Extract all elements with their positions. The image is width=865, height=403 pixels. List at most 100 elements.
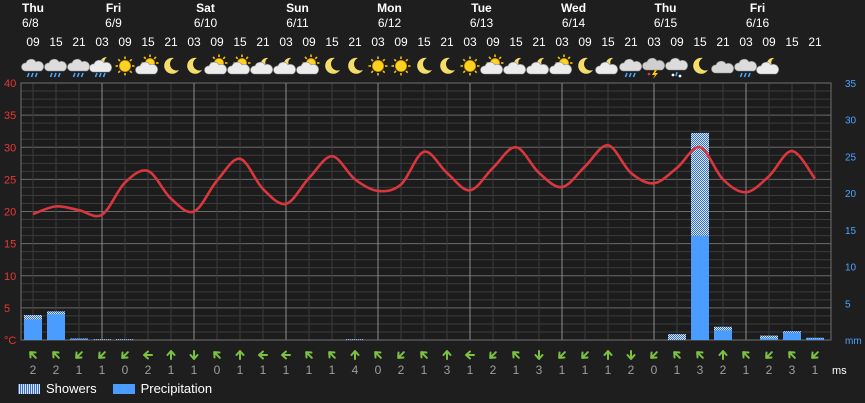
precipitation-bar xyxy=(47,314,65,340)
wind-arrow xyxy=(52,351,60,359)
wind-speed: 1 xyxy=(605,363,612,377)
wind-arrow xyxy=(305,351,313,359)
wind-speed: 1 xyxy=(467,363,474,377)
wind-speed: 2 xyxy=(766,363,773,377)
legend-showers-swatch xyxy=(18,383,40,394)
y2-tick-label: 5 xyxy=(845,299,851,310)
y-tick-label: 5 xyxy=(4,303,10,315)
wind-arrow xyxy=(75,351,83,359)
wind-speed: 1 xyxy=(237,363,244,377)
wind-arrow xyxy=(121,351,129,359)
wind-speed: 0 xyxy=(122,363,129,377)
wind-speed: 2 xyxy=(145,363,152,377)
wind-arrow xyxy=(166,350,176,360)
wind-arrow xyxy=(29,351,37,359)
wind-speed: 3 xyxy=(789,363,796,377)
wind-arrow xyxy=(350,350,360,360)
wind-arrow xyxy=(328,351,336,359)
wind-speed: 1 xyxy=(306,363,313,377)
wind-arrow xyxy=(420,351,428,359)
y2-tick-label: 20 xyxy=(845,189,857,200)
wind-arrow xyxy=(213,351,221,359)
y-tick-label: °C xyxy=(4,335,16,347)
wind-arrow xyxy=(281,350,291,360)
wind-speed: 1 xyxy=(191,363,198,377)
wind-speed: 2 xyxy=(490,363,497,377)
wind-speed: 0 xyxy=(651,363,658,377)
wind-speed: 1 xyxy=(812,363,819,377)
wind-arrow xyxy=(811,351,819,359)
y2-tick-label: 30 xyxy=(845,116,857,127)
y-tick-label: 10 xyxy=(4,271,16,283)
y2-tick-label: 15 xyxy=(845,226,857,237)
wind-speed: 1 xyxy=(283,363,290,377)
wind-arrow xyxy=(374,351,382,359)
legend-showers-label: Showers xyxy=(46,381,97,396)
wind-speed: 3 xyxy=(536,363,543,377)
y-tick-label: 15 xyxy=(4,239,16,251)
legend-precipitation-label: Precipitation xyxy=(140,381,213,396)
wind-speed: 1 xyxy=(582,363,589,377)
wind-speed: 1 xyxy=(674,363,681,377)
wind-speed: 1 xyxy=(99,363,106,377)
precipitation-bar xyxy=(783,332,801,340)
wind-arrow xyxy=(235,350,245,360)
wind-arrow xyxy=(626,350,636,360)
wind-arrow xyxy=(489,351,497,359)
legend-precipitation-swatch xyxy=(112,383,135,394)
wind-speed: 0 xyxy=(214,363,221,377)
shower-bar xyxy=(668,334,686,340)
wind-speed: 1 xyxy=(743,363,750,377)
y2-tick-label: 25 xyxy=(845,152,857,163)
y-tick-label: 20 xyxy=(4,207,16,219)
wind-arrow xyxy=(696,351,704,359)
wind-arrow xyxy=(465,350,475,360)
wind-speed: 1 xyxy=(513,363,520,377)
wind-arrow xyxy=(788,351,796,359)
wind-speed: 3 xyxy=(697,363,704,377)
wind-arrow xyxy=(189,350,199,360)
forecast-chart: °C510152025303540mm51015202530352 2 1 1 0 2 1 1… xyxy=(4,78,862,377)
wind-arrow xyxy=(742,351,750,359)
wind-arrow xyxy=(98,351,106,359)
y2-tick-label: 10 xyxy=(845,263,857,274)
shower-bar xyxy=(346,339,364,340)
wind-arrow xyxy=(258,350,268,360)
y2-tick-label: mm xyxy=(845,336,862,347)
precipitation-bar xyxy=(760,338,778,340)
wind-speed: 2 xyxy=(30,363,37,377)
wind-arrow xyxy=(765,351,773,359)
wind-speed: 1 xyxy=(260,363,267,377)
wind-arrow xyxy=(581,351,589,359)
wind-arrow xyxy=(558,351,566,359)
wind-arrow xyxy=(534,350,544,360)
wind-speed: 4 xyxy=(352,363,359,377)
shower-bar xyxy=(93,339,111,340)
wind-arrow xyxy=(673,351,681,359)
precipitation-bar xyxy=(70,339,88,340)
wind-arrow xyxy=(512,351,520,359)
wind-arrow xyxy=(143,350,153,360)
grid xyxy=(20,82,832,341)
y-tick-label: 30 xyxy=(4,142,16,154)
wind-arrow xyxy=(603,350,613,360)
wind-arrow xyxy=(397,351,405,359)
wind-speed: 3 xyxy=(444,363,451,377)
y2-tick-label: 35 xyxy=(845,79,857,90)
precipitation-bar xyxy=(714,330,732,340)
y-tick-label: 40 xyxy=(4,78,16,90)
wind-unit: ms xyxy=(832,365,847,377)
wind-speed: 2 xyxy=(628,363,635,377)
shower-bar xyxy=(116,339,134,340)
wind-arrow xyxy=(650,351,658,359)
wind-speed: 1 xyxy=(168,363,175,377)
wind-speed: 1 xyxy=(421,363,428,377)
y-tick-label: 35 xyxy=(4,110,16,122)
y-tick-label: 25 xyxy=(4,174,16,186)
wind-speed: 1 xyxy=(559,363,566,377)
wind-speed: 0 xyxy=(375,363,382,377)
wind-arrow xyxy=(718,350,728,360)
precipitation-bar xyxy=(24,319,42,340)
wind-speed: 2 xyxy=(720,363,727,377)
wind-arrow xyxy=(442,350,452,360)
